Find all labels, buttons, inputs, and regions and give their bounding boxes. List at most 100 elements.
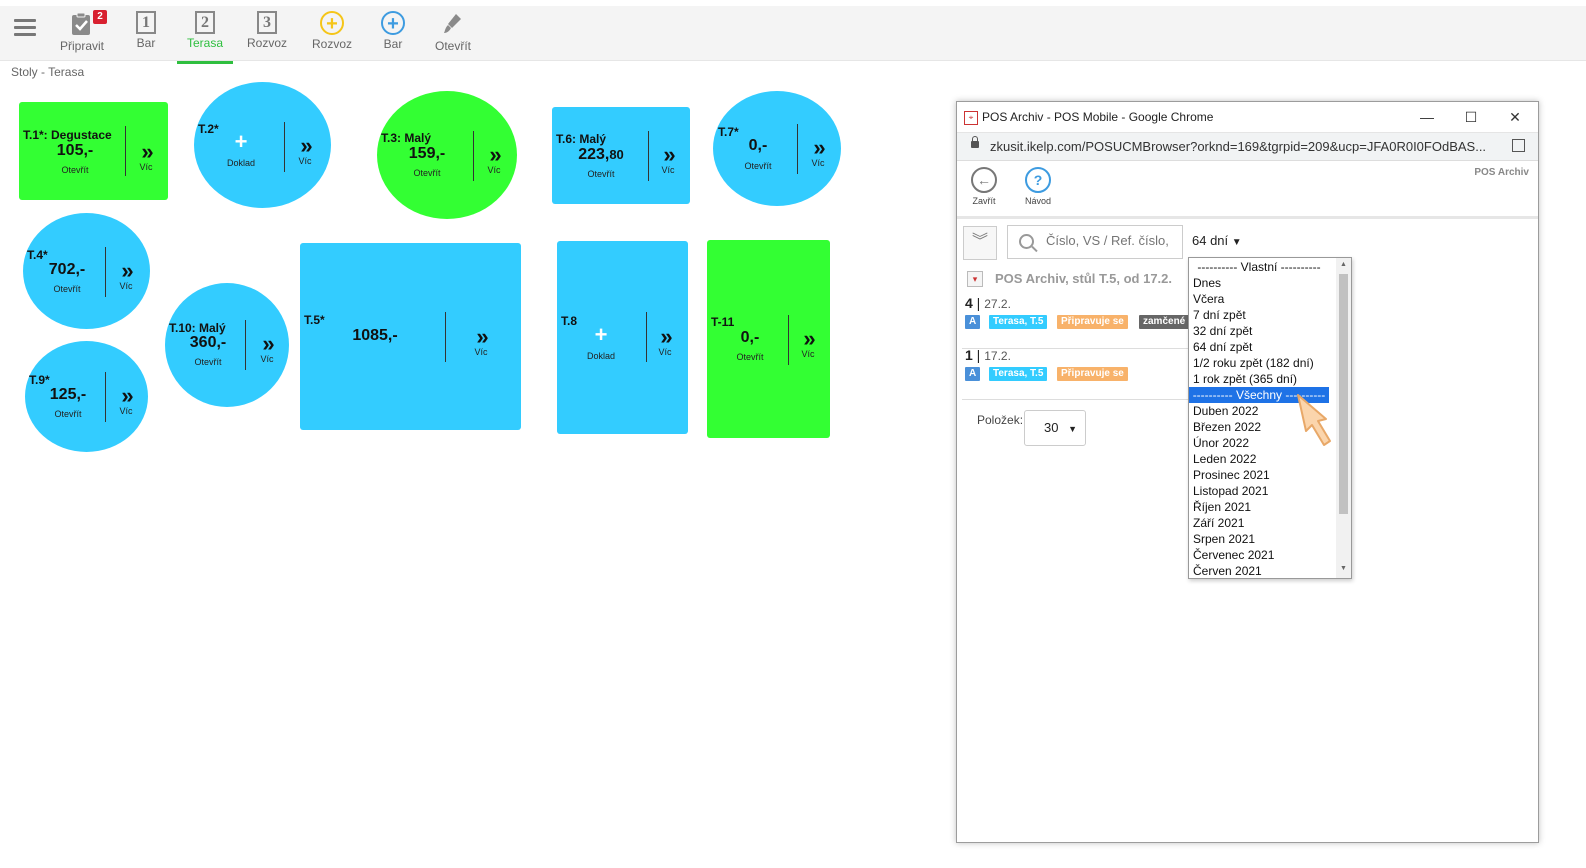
search-input[interactable] [1044,232,1182,249]
dropdown-option[interactable]: ---------- Vlastní ---------- [1189,259,1329,275]
table-open-label: Otevřít [194,357,222,367]
nav-pripravit-button[interactable]: 2 Připravit [56,9,108,59]
scroll-up-icon[interactable]: ▲ [1340,261,1347,268]
table-t6[interactable]: T.6: Malý 223,80 Otevřít » Víc [552,107,690,204]
table-t10[interactable]: T.10: Malý 360,- Otevřít » Víc [165,283,289,407]
more-button[interactable]: » Víc [129,141,163,173]
divider [105,372,106,422]
more-button[interactable]: » Víc [648,326,682,358]
dropdown-option[interactable]: 64 dní zpět [1189,339,1333,355]
more-button[interactable]: » Víc [791,328,825,360]
close-window-button[interactable]: ✕ [1495,105,1535,129]
more-button[interactable]: » Víc [464,326,498,358]
expand-filters-button[interactable]: ︾ [963,226,997,260]
table-amount: 702,- [48,261,86,278]
nav-bar-button[interactable]: 1 Bar [128,9,164,59]
table-t2[interactable]: T.2* + Doklad » Víc [194,82,331,208]
menu-icon[interactable] [14,19,36,37]
tag-status: Připravuje se [1057,315,1128,329]
tag-a: A [965,367,981,381]
table-t1[interactable]: T.1*: Degustace 105,- Otevřít » Víc [19,102,168,200]
record-heading: 4 | 27.2. [965,295,1011,311]
nav-label: Bar [136,36,156,50]
table-amount: 0,- [748,137,768,154]
double-chevron-down-icon: ︾ [971,233,988,250]
more-button[interactable]: » Víc [288,135,322,167]
tag-location: Terasa, T.5 [989,315,1048,329]
search-field[interactable] [1007,225,1183,259]
dropdown-option[interactable]: Listopad 2021 [1189,483,1333,499]
dropdown-option[interactable]: Včera [1189,291,1333,307]
plus-icon: + [594,322,608,347]
table-t5[interactable]: T.5* 1085,- » Víc [300,243,521,430]
dropdown-option[interactable]: Dnes [1189,275,1333,291]
more-button[interactable]: » Víc [109,383,143,417]
more-button[interactable]: » Víc [801,137,835,169]
nav-rozvoz-tab[interactable]: 3 Rozvoz [244,9,290,59]
nav-terasa-tab[interactable]: 2 Terasa [177,9,233,64]
table-t3[interactable]: T.3: Malý 159,- Otevřít » Víc [377,91,517,219]
more-label: Víc [661,165,675,175]
date-range-value: 64 dní [1192,233,1229,248]
table-doklad-label: Doklad [226,158,255,168]
scroll-down-icon[interactable]: ▼ [1340,565,1347,572]
dropdown-option[interactable]: 1/2 roku zpět (182 dní) [1189,355,1333,371]
url-text[interactable]: zkusit.ikelp.com/POSUCMBrowser?orknd=169… [990,139,1486,154]
dropdown-option[interactable]: 7 dní zpět [1189,307,1333,323]
more-label: Víc [119,406,133,416]
plus-icon: + [234,129,248,154]
more-button[interactable]: » Víc [651,144,685,176]
table-t8[interactable]: T.8 + Doklad » Víc [557,241,688,434]
table-t11[interactable]: T-11 0,- Otevřít » Víc [707,240,830,438]
chevron-down-icon: ▼ [1231,237,1242,248]
more-label: Víc [487,165,501,175]
record-count: 4 [965,295,973,311]
double-chevron-right-icon: » [121,258,133,283]
record-heading: 1 | 17.2. [965,347,1011,363]
more-button[interactable]: » Víc [109,258,143,292]
double-chevron-right-icon: » [262,331,274,356]
tool-label: Návod [1025,196,1052,206]
breadcrumb: Stoly - Terasa [11,65,85,79]
address-bar[interactable]: zkusit.ikelp.com/POSUCMBrowser?orknd=169… [957,133,1538,161]
record-date: 17.2. [984,349,1011,363]
date-range-select[interactable]: 64 dní ▼ [1192,233,1242,248]
nav-label: Otevřít [434,39,471,53]
open-external-icon[interactable] [1512,139,1525,152]
new-bar-button[interactable]: + Bar [376,9,410,59]
close-button[interactable]: ← Zavřít [971,167,997,206]
double-chevron-right-icon: » [121,383,133,408]
dropdown-option[interactable]: Prosinec 2021 [1189,467,1333,483]
window-title: POS Archiv - POS Mobile - Google Chrome [982,110,1214,124]
items-per-page-label: Položek: [977,413,1024,427]
table-t7[interactable]: T.7* 0,- Otevřít » Víc [713,91,841,206]
record-date: 27.2. [984,297,1011,311]
divider [245,320,246,370]
table-open-label: Otevřít [54,409,82,419]
minimize-button[interactable]: — [1407,105,1447,129]
more-button[interactable]: » Víc [250,331,284,365]
otevrit-button[interactable]: Otevřít [430,9,476,59]
table-t9[interactable]: T.9* 125,- Otevřít » Víc [25,341,148,452]
dropdown-option[interactable]: Červenec 2021 [1189,547,1333,563]
dropdown-option[interactable]: Říjen 2021 [1189,499,1333,515]
notification-badge: 2 [93,10,107,24]
app-title: POS Archiv [1474,167,1529,178]
more-label: Víc [474,347,488,357]
dropdown-option[interactable]: Září 2021 [1189,515,1333,531]
help-button[interactable]: ? Návod [1025,167,1051,206]
more-button[interactable]: » Víc [477,144,511,176]
new-rozvoz-button[interactable]: + Rozvoz [309,9,355,59]
table-amount: 223,80 [556,146,646,164]
dropdown-option[interactable]: 1 rok zpět (365 dní) [1189,371,1333,387]
dropdown-option[interactable]: Červen 2021 [1189,563,1333,578]
chevron-down-icon: ▼ [1068,424,1078,434]
dropdown-option[interactable]: Srpen 2021 [1189,531,1333,547]
table-t4[interactable]: T.4* 702,- Otevřít » Víc [23,213,150,329]
items-per-page-select[interactable]: 30 ▼ [1024,410,1086,446]
tag-a: A [965,315,981,329]
table-open-label: Otevřít [744,161,772,171]
more-label: Víc [139,162,153,172]
maximize-button[interactable]: ☐ [1451,105,1491,129]
dropdown-option[interactable]: 32 dní zpět [1189,323,1333,339]
